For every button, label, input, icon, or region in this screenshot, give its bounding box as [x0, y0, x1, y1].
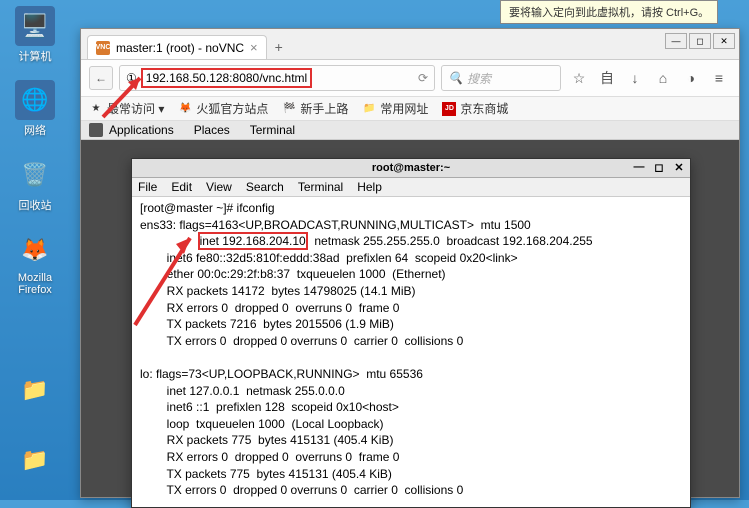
recycle-icon: 🗑️	[15, 155, 55, 195]
flag-icon: 🏁	[282, 102, 296, 116]
term-menu-terminal[interactable]: Terminal	[298, 180, 343, 194]
term-minimize-icon[interactable]: —	[632, 161, 646, 174]
terminal-title: root@master:~	[372, 162, 450, 174]
folder-icon: 📁	[15, 370, 55, 410]
tab-close-icon[interactable]: ×	[250, 40, 258, 55]
desktop-icon-recycle[interactable]: 🗑️ 回收站	[10, 155, 60, 213]
bookmark-bar: ★ 最常访问 ▾ 🦊 火狐官方站点 🏁 新手上路 📁 常用网址 JD 京东商城	[81, 97, 739, 121]
computer-icon: 🖥️	[15, 6, 55, 46]
terminal-title-bar[interactable]: root@master:~ — ◻ ✕	[132, 159, 690, 178]
bookmark-common[interactable]: 📁 常用网址	[362, 100, 428, 117]
folder-icon: 📁	[362, 102, 376, 116]
desktop-icon-label: 回收站	[10, 197, 60, 213]
desktop-icon-firefox[interactable]: 🦊 Mozilla Firefox	[10, 230, 60, 296]
gnome-top-bar: Applications Places Terminal	[81, 121, 739, 140]
term-menu-file[interactable]: File	[138, 180, 157, 194]
addon-icon[interactable]: ◑	[679, 66, 703, 90]
bookmark-label: 常用网址	[380, 100, 428, 117]
vnc-icon: VNC	[96, 41, 110, 55]
term-menu-search[interactable]: Search	[246, 180, 284, 194]
desktop-icon-label: Mozilla Firefox	[10, 272, 60, 296]
bookmark-label: 火狐官方站点	[196, 100, 268, 117]
term-close-icon[interactable]: ✕	[672, 161, 686, 174]
window-controls: — ◻ ✕	[665, 33, 735, 49]
remote-desktop: root@master:~ — ◻ ✕ File Edit View Searc…	[81, 140, 739, 497]
term-menu-edit[interactable]: Edit	[171, 180, 192, 194]
desktop-icon-label: 网络	[10, 122, 60, 138]
back-button[interactable]: ←	[89, 66, 113, 90]
tab-bar: VNC master:1 (root) - noVNC × +	[81, 29, 739, 60]
bookmark-most-visited[interactable]: ★ 最常访问 ▾	[89, 100, 164, 117]
search-placeholder: 搜索	[467, 70, 491, 87]
desktop-icon-folder[interactable]: 📁	[10, 370, 60, 412]
bookmark-firefox[interactable]: 🦊 火狐官方站点	[178, 100, 268, 117]
search-field[interactable]: 🔍 搜索	[441, 65, 561, 91]
maximize-button[interactable]: ◻	[689, 33, 711, 49]
bookmark-label: 新手上路	[300, 100, 348, 117]
toolbar-icons: ☆ 自 ↓ ⌂ ◑ ≡	[567, 66, 731, 90]
term-maximize-icon[interactable]: ◻	[652, 161, 666, 174]
star-icon: ★	[89, 102, 103, 116]
term-inet-highlight: inet 192.168.204.10	[198, 232, 308, 250]
download-icon[interactable]: ↓	[623, 66, 647, 90]
terminal-menu[interactable]: Terminal	[250, 123, 295, 137]
applications-menu[interactable]: Applications	[89, 123, 174, 137]
url-bar: ← ① 192.168.50.128:8080/vnc.html ⟳ 🔍 搜索 …	[81, 60, 739, 97]
term-output: inet6 fe80::32d5:810f:eddd:38ad prefixle…	[140, 251, 518, 497]
info-icon: ①	[126, 71, 137, 85]
bookmark-star-icon[interactable]: ☆	[567, 66, 591, 90]
activities-icon	[89, 123, 103, 137]
tab-title: master:1 (root) - noVNC	[116, 41, 244, 55]
bookmark-getting-started[interactable]: 🏁 新手上路	[282, 100, 348, 117]
term-prompt: [root@master ~]# ifconfig	[140, 201, 275, 215]
close-button[interactable]: ✕	[713, 33, 735, 49]
folder-icon: 📁	[15, 440, 55, 480]
terminal-menu-bar: File Edit View Search Terminal Help	[132, 178, 690, 197]
url-text: 192.168.50.128:8080/vnc.html	[141, 68, 312, 88]
jd-icon: JD	[442, 102, 456, 116]
minimize-button[interactable]: —	[665, 33, 687, 49]
vm-input-tooltip: 要将输入定向到此虚拟机，请按 Ctrl+G。	[500, 0, 718, 24]
new-tab-button[interactable]: +	[267, 37, 291, 57]
reload-icon[interactable]: ⟳	[418, 71, 428, 85]
firefox-icon: 🦊	[15, 230, 55, 270]
bookmark-jd[interactable]: JD 京东商城	[442, 100, 508, 117]
term-menu-help[interactable]: Help	[357, 180, 382, 194]
places-menu[interactable]: Places	[194, 123, 230, 137]
url-field[interactable]: ① 192.168.50.128:8080/vnc.html ⟳	[119, 65, 435, 91]
home-icon[interactable]: ⌂	[651, 66, 675, 90]
search-icon: 🔍	[448, 71, 463, 85]
term-line: ens33: flags=4163<UP,BROADCAST,RUNNING,M…	[140, 218, 531, 232]
firefox-window: — ◻ ✕ VNC master:1 (root) - noVNC × + ← …	[80, 28, 740, 498]
network-icon: 🌐	[15, 80, 55, 120]
desktop-icon-folder[interactable]: 📁	[10, 440, 60, 482]
firefox-icon: 🦊	[178, 102, 192, 116]
term-menu-view[interactable]: View	[206, 180, 232, 194]
terminal-body[interactable]: [root@master ~]# ifconfig ens33: flags=4…	[132, 197, 690, 507]
desktop-icon-label: 计算机	[10, 48, 60, 64]
terminal-window: root@master:~ — ◻ ✕ File Edit View Searc…	[131, 158, 691, 508]
desktop-icon-network[interactable]: 🌐 网络	[10, 80, 60, 138]
desktop-icon-computer[interactable]: 🖥️ 计算机	[10, 6, 60, 64]
term-line: netmask 255.255.255.0 broadcast 192.168.…	[308, 234, 593, 248]
bookmark-label: 京东商城	[460, 100, 508, 117]
library-icon[interactable]: 自	[595, 66, 619, 90]
browser-tab[interactable]: VNC master:1 (root) - noVNC ×	[87, 35, 267, 59]
menu-label: Applications	[109, 123, 174, 137]
menu-icon[interactable]: ≡	[707, 66, 731, 90]
bookmark-label: 最常访问 ▾	[107, 100, 164, 117]
